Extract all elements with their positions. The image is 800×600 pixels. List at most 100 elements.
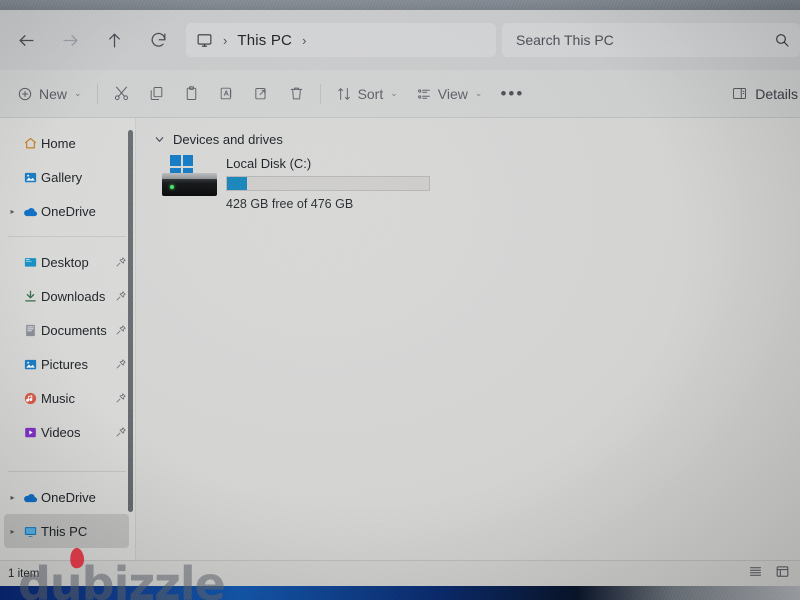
chevron-right-icon[interactable]: ▸	[6, 493, 19, 502]
gallery-icon	[19, 170, 41, 185]
forward-button[interactable]	[48, 20, 92, 60]
list-view-icon[interactable]	[748, 564, 763, 584]
delete-button[interactable]	[279, 77, 314, 111]
drive-name: Local Disk (C:)	[226, 156, 312, 171]
desktop-icon	[19, 255, 41, 270]
pin-icon[interactable]	[113, 256, 129, 268]
title-bar[interactable]	[0, 0, 800, 10]
pin-icon[interactable]	[113, 290, 129, 302]
breadcrumb-separator-2[interactable]: ›	[302, 34, 306, 47]
details-pane-icon	[731, 85, 748, 102]
plus-circle-icon	[17, 86, 33, 102]
drive-capacity-bar	[226, 176, 430, 191]
search-icon[interactable]	[774, 32, 790, 48]
details-pane-button[interactable]: Details	[731, 85, 800, 102]
windows-local-disk-icon	[162, 155, 226, 207]
pin-icon[interactable]	[113, 426, 129, 438]
file-explorer-window: › This PC › Search This PC New ⌄ Sort ⌄ …	[0, 0, 800, 586]
this-pc-monitor-icon[interactable]	[196, 32, 213, 49]
chevron-down-icon[interactable]	[154, 134, 165, 145]
copy-icon	[148, 85, 165, 102]
sidebar-item-label: Pictures	[41, 356, 88, 372]
photographed-screen: › This PC › Search This PC New ⌄ Sort ⌄ …	[0, 0, 800, 600]
paste-button[interactable]	[174, 77, 209, 111]
see-more-button[interactable]: •••	[491, 77, 533, 111]
chevron-down-icon: ⌄	[74, 88, 82, 98]
new-button-label: New	[39, 85, 68, 102]
search-input[interactable]: Search This PC	[502, 23, 800, 57]
pin-icon[interactable]	[113, 392, 129, 404]
sidebar-item-label: Music	[41, 390, 75, 406]
desktop-wallpaper-strip	[0, 586, 800, 600]
rename-button[interactable]	[209, 77, 244, 111]
sidebar-item-pictures[interactable]: Pictures	[4, 347, 129, 381]
downloads-icon	[19, 289, 41, 304]
view-button[interactable]: View ⌄	[407, 77, 492, 111]
breadcrumb-separator-1[interactable]: ›	[223, 34, 227, 47]
pin-icon[interactable]	[113, 324, 129, 336]
sidebar-item-label: OneDrive	[41, 203, 96, 219]
refresh-button[interactable]	[136, 20, 180, 60]
breadcrumb-this-pc[interactable]: This PC	[237, 32, 292, 49]
videos-icon	[19, 425, 41, 440]
details-view-icon[interactable]	[775, 564, 790, 584]
documents-icon	[19, 323, 41, 338]
navigation-pane: Home Gallery ▸ OneDrive Desktop Download…	[0, 118, 136, 560]
chevron-down-icon: ⌄	[474, 88, 483, 98]
sort-arrows-icon	[336, 86, 352, 102]
sidebar-item-videos[interactable]: Videos	[4, 415, 129, 449]
address-bar[interactable]: › This PC ›	[186, 23, 496, 57]
sidebar-item-onedrive-tree[interactable]: ▸ OneDrive	[4, 480, 129, 514]
sidebar-item-label: This PC	[41, 523, 88, 539]
sidebar-item-music[interactable]: Music	[4, 381, 129, 415]
onedrive-icon	[19, 203, 41, 220]
sidebar-item-label: Downloads	[41, 288, 106, 304]
sidebar-item-desktop[interactable]: Desktop	[4, 245, 129, 279]
ellipsis-icon: •••	[500, 84, 525, 103]
music-icon	[19, 391, 41, 406]
sort-button-label: Sort	[357, 85, 384, 102]
sidebar-item-this-pc[interactable]: ▸ This PC	[4, 514, 129, 548]
sidebar-item-label: Home	[41, 135, 76, 151]
back-button[interactable]	[4, 20, 48, 60]
view-toggle-group	[748, 564, 790, 584]
sidebar-item-documents[interactable]: Documents	[4, 313, 129, 347]
up-button[interactable]	[92, 20, 136, 60]
drive-info: Local Disk (C:) 428 GB free of 476 GB	[226, 155, 800, 211]
sidebar-divider-1	[8, 236, 126, 237]
sidebar-item-onedrive[interactable]: ▸ OneDrive	[4, 194, 129, 228]
devices-and-drives-group-header[interactable]: Devices and drives	[154, 132, 800, 147]
drive-capacity-fill	[227, 177, 248, 190]
sidebar-item-home[interactable]: Home	[4, 126, 129, 160]
trash-icon	[288, 85, 305, 102]
home-icon	[19, 136, 41, 151]
sidebar-item-label: Desktop	[41, 254, 89, 270]
share-button[interactable]	[244, 77, 279, 111]
pin-icon[interactable]	[113, 358, 129, 370]
chevron-right-icon[interactable]: ▸	[6, 527, 19, 536]
command-separator-2	[319, 83, 321, 104]
item-count: 1 item	[8, 567, 40, 580]
group-title: Devices and drives	[173, 132, 283, 147]
view-list-icon	[416, 86, 432, 102]
sidebar-item-label: Gallery	[41, 169, 83, 185]
share-icon	[253, 85, 270, 102]
rename-icon	[218, 85, 235, 102]
sidebar-divider-2	[8, 471, 126, 472]
sort-button[interactable]: Sort ⌄	[327, 77, 407, 111]
copy-button[interactable]	[139, 77, 174, 111]
command-separator-1	[96, 83, 98, 104]
new-button[interactable]: New ⌄	[8, 77, 91, 111]
command-bar: New ⌄ Sort ⌄ View ⌄ ••• Details	[0, 70, 800, 118]
sidebar-item-downloads[interactable]: Downloads	[4, 279, 129, 313]
drive-free-space: 428 GB free of 476 GB	[226, 197, 354, 211]
search-placeholder: Search This PC	[516, 32, 614, 48]
cut-button[interactable]	[104, 77, 139, 111]
file-list-area[interactable]: Devices and drives Local Disk (C:) 428 G…	[136, 118, 800, 560]
drive-item-local-disk-c[interactable]: Local Disk (C:) 428 GB free of 476 GB	[154, 155, 800, 211]
sidebar-item-gallery[interactable]: Gallery	[4, 160, 129, 194]
sidebar-item-label: Documents	[41, 322, 107, 338]
sidebar-scrollbar[interactable]	[128, 130, 133, 512]
clipboard-paste-icon	[183, 85, 200, 102]
chevron-right-icon[interactable]: ▸	[6, 207, 19, 216]
